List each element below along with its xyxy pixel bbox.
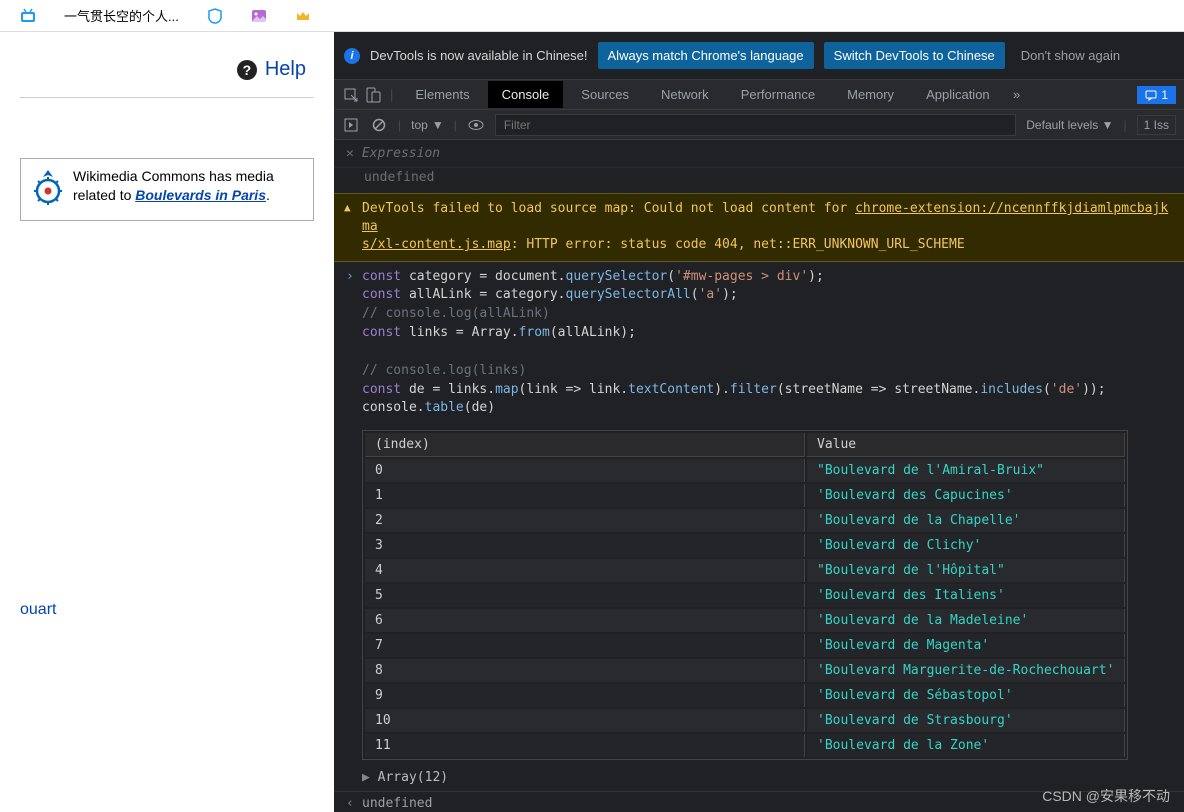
help-link[interactable]: Help — [265, 58, 306, 81]
tab-elements[interactable]: Elements — [401, 81, 483, 108]
commons-text: Wikimedia Commons has media related to B… — [73, 167, 303, 212]
table-row[interactable]: 10'Boulevard de Strasbourg' — [365, 709, 1125, 732]
filter-input[interactable] — [495, 114, 1016, 136]
issues-badge[interactable]: 1 Iss — [1137, 115, 1176, 135]
commons-logo-icon — [31, 167, 65, 212]
console-filter-bar: | top ▼ | Default levels ▼ | 1 Iss — [334, 110, 1184, 140]
browser-tab-strip: 一气贯长空的个人... — [0, 0, 1184, 32]
th-index[interactable]: (index) — [365, 433, 805, 457]
console-table[interactable]: (index) Value 0"Boulevard de l'Amiral-Br… — [362, 430, 1128, 760]
more-tabs-icon[interactable]: » — [1008, 86, 1026, 104]
table-row[interactable]: 2'Boulevard de la Chapelle' — [365, 509, 1125, 532]
watermark: CSDN @安果移不动 — [1042, 786, 1170, 806]
shield-icon[interactable] — [207, 8, 223, 24]
table-row[interactable]: 6'Boulevard de la Madeleine' — [365, 609, 1125, 632]
table-row[interactable]: 11'Boulevard de la Zone' — [365, 734, 1125, 757]
switch-language-button[interactable]: Switch DevTools to Chinese — [824, 42, 1005, 69]
message-count-badge[interactable]: 1 — [1137, 86, 1176, 104]
table-row[interactable]: 3'Boulevard de Clichy' — [365, 534, 1125, 557]
device-icon[interactable] — [364, 86, 382, 104]
table-row[interactable]: 4"Boulevard de l'Hôpital" — [365, 559, 1125, 582]
wikipedia-panel: ? Help Wikimedia Commons has media relat… — [0, 32, 334, 812]
commons-link[interactable]: Boulevards in Paris — [135, 187, 266, 203]
table-row[interactable]: 8'Boulevard Marguerite-de-Rochechouart' — [365, 659, 1125, 682]
crown-icon[interactable] — [295, 8, 311, 24]
th-value[interactable]: Value — [807, 433, 1125, 457]
help-icon[interactable]: ? — [237, 60, 257, 80]
warning-link-2[interactable]: s/xl-content.js.map — [362, 237, 511, 252]
banner-text: DevTools is now available in Chinese! — [370, 48, 588, 63]
bilibili-icon — [20, 8, 36, 24]
context-selector[interactable]: top ▼ — [411, 118, 444, 132]
tab-performance[interactable]: Performance — [727, 81, 829, 108]
live-expression-value: undefined — [334, 168, 1184, 193]
partial-link[interactable]: ouart — [20, 601, 314, 619]
commons-box: Wikimedia Commons has media related to B… — [20, 158, 314, 221]
tab-console[interactable]: Console — [488, 81, 564, 108]
table-row[interactable]: 7'Boulevard de Magenta' — [365, 634, 1125, 657]
console-output[interactable]: ✕Expression undefined DevTools failed to… — [334, 140, 1184, 812]
table-row[interactable]: 1'Boulevard des Capucines' — [365, 484, 1125, 507]
browser-tab-title[interactable]: 一气贯长空的个人... — [64, 6, 179, 25]
tab-network[interactable]: Network — [647, 81, 723, 108]
dismiss-banner-button[interactable]: Don't show again — [1015, 42, 1126, 69]
table-row[interactable]: 0"Boulevard de l'Amiral-Bruix" — [365, 459, 1125, 482]
devtools-language-banner: i DevTools is now available in Chinese! … — [334, 32, 1184, 80]
console-warning[interactable]: DevTools failed to load source map: Coul… — [334, 193, 1184, 262]
table-row[interactable]: 9'Boulevard de Sébastopol' — [365, 684, 1125, 707]
tab-memory[interactable]: Memory — [833, 81, 908, 108]
eye-icon[interactable] — [467, 116, 485, 134]
devtools-panel: i DevTools is now available in Chinese! … — [334, 32, 1184, 812]
clear-console-icon[interactable] — [370, 116, 388, 134]
tab-sources[interactable]: Sources — [567, 81, 643, 108]
table-row[interactable]: 5'Boulevard des Italiens' — [365, 584, 1125, 607]
console-input-echo[interactable]: const category = document.querySelector(… — [334, 262, 1184, 425]
sidebar-toggle-icon[interactable] — [342, 116, 360, 134]
live-expression-row[interactable]: ✕Expression — [334, 140, 1184, 168]
tab-application[interactable]: Application — [912, 81, 1004, 108]
match-language-button[interactable]: Always match Chrome's language — [598, 42, 814, 69]
inspect-icon[interactable] — [342, 86, 360, 104]
gallery-icon[interactable] — [251, 8, 267, 24]
close-icon[interactable]: ✕ — [346, 146, 354, 161]
devtools-tab-bar: | Elements Console Sources Network Perfo… — [334, 80, 1184, 110]
info-icon: i — [344, 48, 360, 64]
log-levels-selector[interactable]: Default levels ▼ — [1026, 118, 1113, 132]
